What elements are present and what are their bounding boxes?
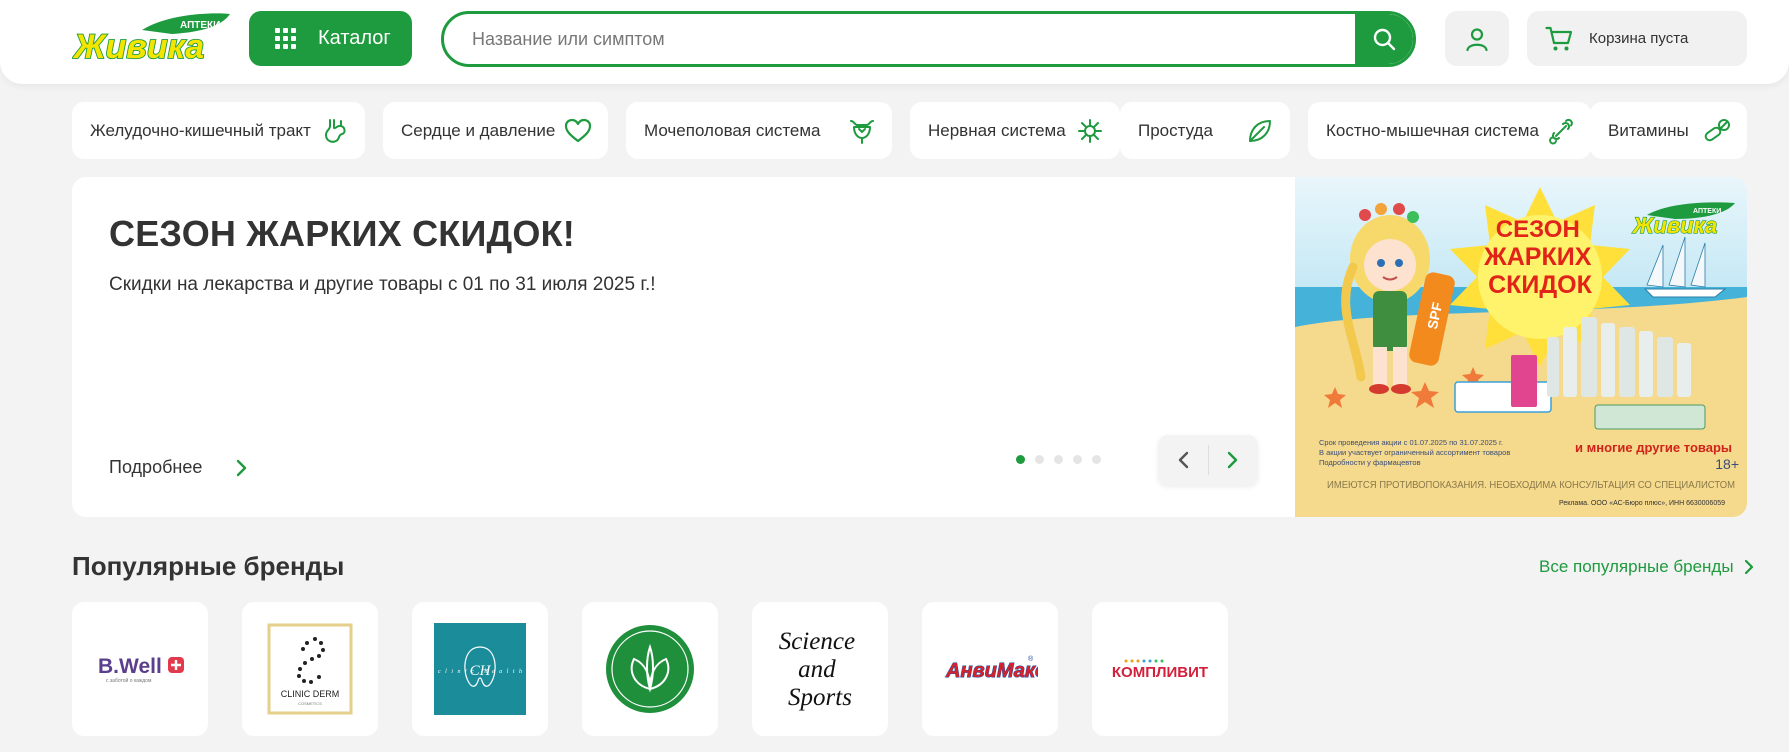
heart-icon: [564, 118, 592, 143]
account-button[interactable]: [1445, 11, 1509, 66]
brand-card-science-sports[interactable]: Science and Sports: [752, 602, 888, 736]
svg-text:АнвиМакс: АнвиМакс: [945, 660, 1038, 682]
category-label: Желудочно-кишечный тракт: [90, 120, 311, 140]
chevron-right-icon: [237, 459, 247, 476]
user-icon: [1466, 27, 1488, 51]
chevron-right-icon: [1228, 451, 1238, 469]
category-label: Костно-мышечная система: [1326, 120, 1539, 140]
bwell-logo: B.Well с заботой о каждом: [98, 655, 184, 684]
banner-more-label: Подробнее: [109, 457, 203, 477]
category-cold[interactable]: Простуда: [1120, 102, 1290, 159]
promo-banner: СЕЗОН ЖАРКИХ СКИДОК! Скидки на лекарства…: [72, 177, 1747, 517]
bone-icon: [1549, 118, 1573, 145]
search-bar: [441, 11, 1416, 67]
cart-label: Корзина пуста: [1589, 30, 1689, 47]
category-bar: Желудочно-кишечный тракт Сердце и давлен…: [72, 102, 1747, 159]
svg-text:КОМПЛИВИТ: КОМПЛИВИТ: [1112, 664, 1208, 681]
cart-icon: [1545, 26, 1573, 50]
svg-text:®: ®: [1028, 655, 1034, 663]
site-header: АПТЕКИ Живика Каталог Корзина пуста: [0, 0, 1789, 84]
brand-card-clinicderm[interactable]: CLINIC DERM COSMETICS: [242, 602, 378, 736]
cart-button[interactable]: Корзина пуста: [1527, 11, 1747, 66]
svg-text:COSMETICS: COSMETICS: [298, 701, 322, 706]
promo-ad-note: Реклама. ООО «АС-Бюро плюс», ИНН 6630006…: [1559, 500, 1725, 507]
all-brands-link[interactable]: Все популярные бренды: [1539, 557, 1754, 577]
banner-subtitle: Скидки на лекарства и другие товары с 01…: [109, 274, 656, 295]
category-label: Мочеполовая система: [644, 120, 821, 140]
category-nervous[interactable]: Нервная система: [910, 102, 1120, 159]
grid-icon: [275, 28, 296, 49]
brand-card-leaf[interactable]: [582, 602, 718, 736]
brand-card-bwell[interactable]: B.Well с заботой о каждом: [72, 602, 208, 736]
promo-warning: ИМЕЮТСЯ ПРОТИВОПОКАЗАНИЯ. НЕОБХОДИМА КОН…: [1327, 479, 1735, 491]
category-heart[interactable]: Сердце и давление: [383, 102, 608, 159]
search-input[interactable]: [444, 14, 1356, 64]
brand-card-komplivit[interactable]: КОМПЛИВИТ: [1092, 602, 1228, 736]
logo-main-text: Живика: [72, 28, 204, 64]
slider-dot[interactable]: [1092, 455, 1101, 464]
svg-text:Живика: Живика: [1632, 213, 1717, 238]
brands-title: Популярные бренды: [72, 551, 345, 581]
catalog-button[interactable]: Каталог: [249, 11, 412, 66]
category-musculoskeletal[interactable]: Костно-мышечная система: [1308, 102, 1591, 159]
category-vitamins[interactable]: Витамины: [1590, 102, 1747, 159]
anvimax-logo: АнвиМакс ®: [945, 655, 1039, 683]
slider-navigation: [1158, 435, 1258, 485]
banner-title: СЕЗОН ЖАРКИХ СКИДОК!: [109, 213, 575, 254]
leaf-brand-logo: [606, 625, 694, 713]
promo-image[interactable]: СЕЗОН ЖАРКИХ СКИДОК АПТЕКИ Живика SPF и …: [1295, 177, 1747, 517]
stomach-icon: [325, 119, 346, 143]
all-brands-label: Все популярные бренды: [1539, 557, 1734, 576]
category-gastro[interactable]: Желудочно-кишечный тракт: [72, 102, 365, 159]
leaf-icon: [1249, 120, 1271, 142]
slider-next-button[interactable]: [1208, 435, 1258, 485]
category-label: Витамины: [1608, 120, 1689, 140]
svg-text:с заботой о каждом: с заботой о каждом: [106, 677, 152, 684]
category-label: Нервная система: [928, 120, 1066, 140]
category-label: Простуда: [1138, 120, 1213, 140]
search-button[interactable]: [1355, 14, 1413, 64]
search-icon: [1373, 28, 1396, 51]
promo-headline: СЕЗОН ЖАРКИХ СКИДОК: [1483, 216, 1596, 299]
slider-prev-button[interactable]: [1158, 435, 1208, 485]
capsule-icon: [1704, 119, 1730, 142]
science-sports-logo: Science and Sports: [779, 628, 862, 711]
slider-dot[interactable]: [1073, 455, 1082, 464]
svg-text:CLINIC DERM: CLINIC DERM: [281, 689, 340, 699]
brand-card-anvimax[interactable]: АнвиМакс ®: [922, 602, 1058, 736]
catalog-label: Каталог: [318, 27, 391, 49]
slider-dot[interactable]: [1054, 455, 1063, 464]
promo-more-goods: и многие другие товары: [1575, 440, 1732, 455]
slider-dot[interactable]: [1016, 455, 1025, 464]
urogenital-icon: [850, 120, 874, 144]
neuron-icon: [1078, 119, 1102, 143]
promo-age-rating: 18+: [1715, 456, 1739, 472]
slider-dots: [1016, 455, 1101, 464]
clinichealth-logo: CH clinic health: [434, 623, 526, 715]
brand-card-clinichealth[interactable]: CH clinic health: [412, 602, 548, 736]
svg-text:B.Well: B.Well: [98, 655, 162, 678]
svg-text:Science and Sports: Science and Sports: [779, 628, 862, 711]
komplivit-logo: КОМПЛИВИТ: [1112, 659, 1208, 681]
slider-dot[interactable]: [1035, 455, 1044, 464]
zhivika-logo[interactable]: АПТЕКИ Живика: [72, 12, 232, 64]
clinicderm-logo: CLINIC DERM COSMETICS: [267, 623, 353, 715]
category-urogenital[interactable]: Мочеполовая система: [626, 102, 892, 159]
category-label: Сердце и давление: [401, 120, 556, 140]
chevron-right-icon: [1744, 559, 1753, 575]
banner-more-link[interactable]: Подробнее: [109, 457, 248, 478]
chevron-left-icon: [1178, 451, 1188, 469]
